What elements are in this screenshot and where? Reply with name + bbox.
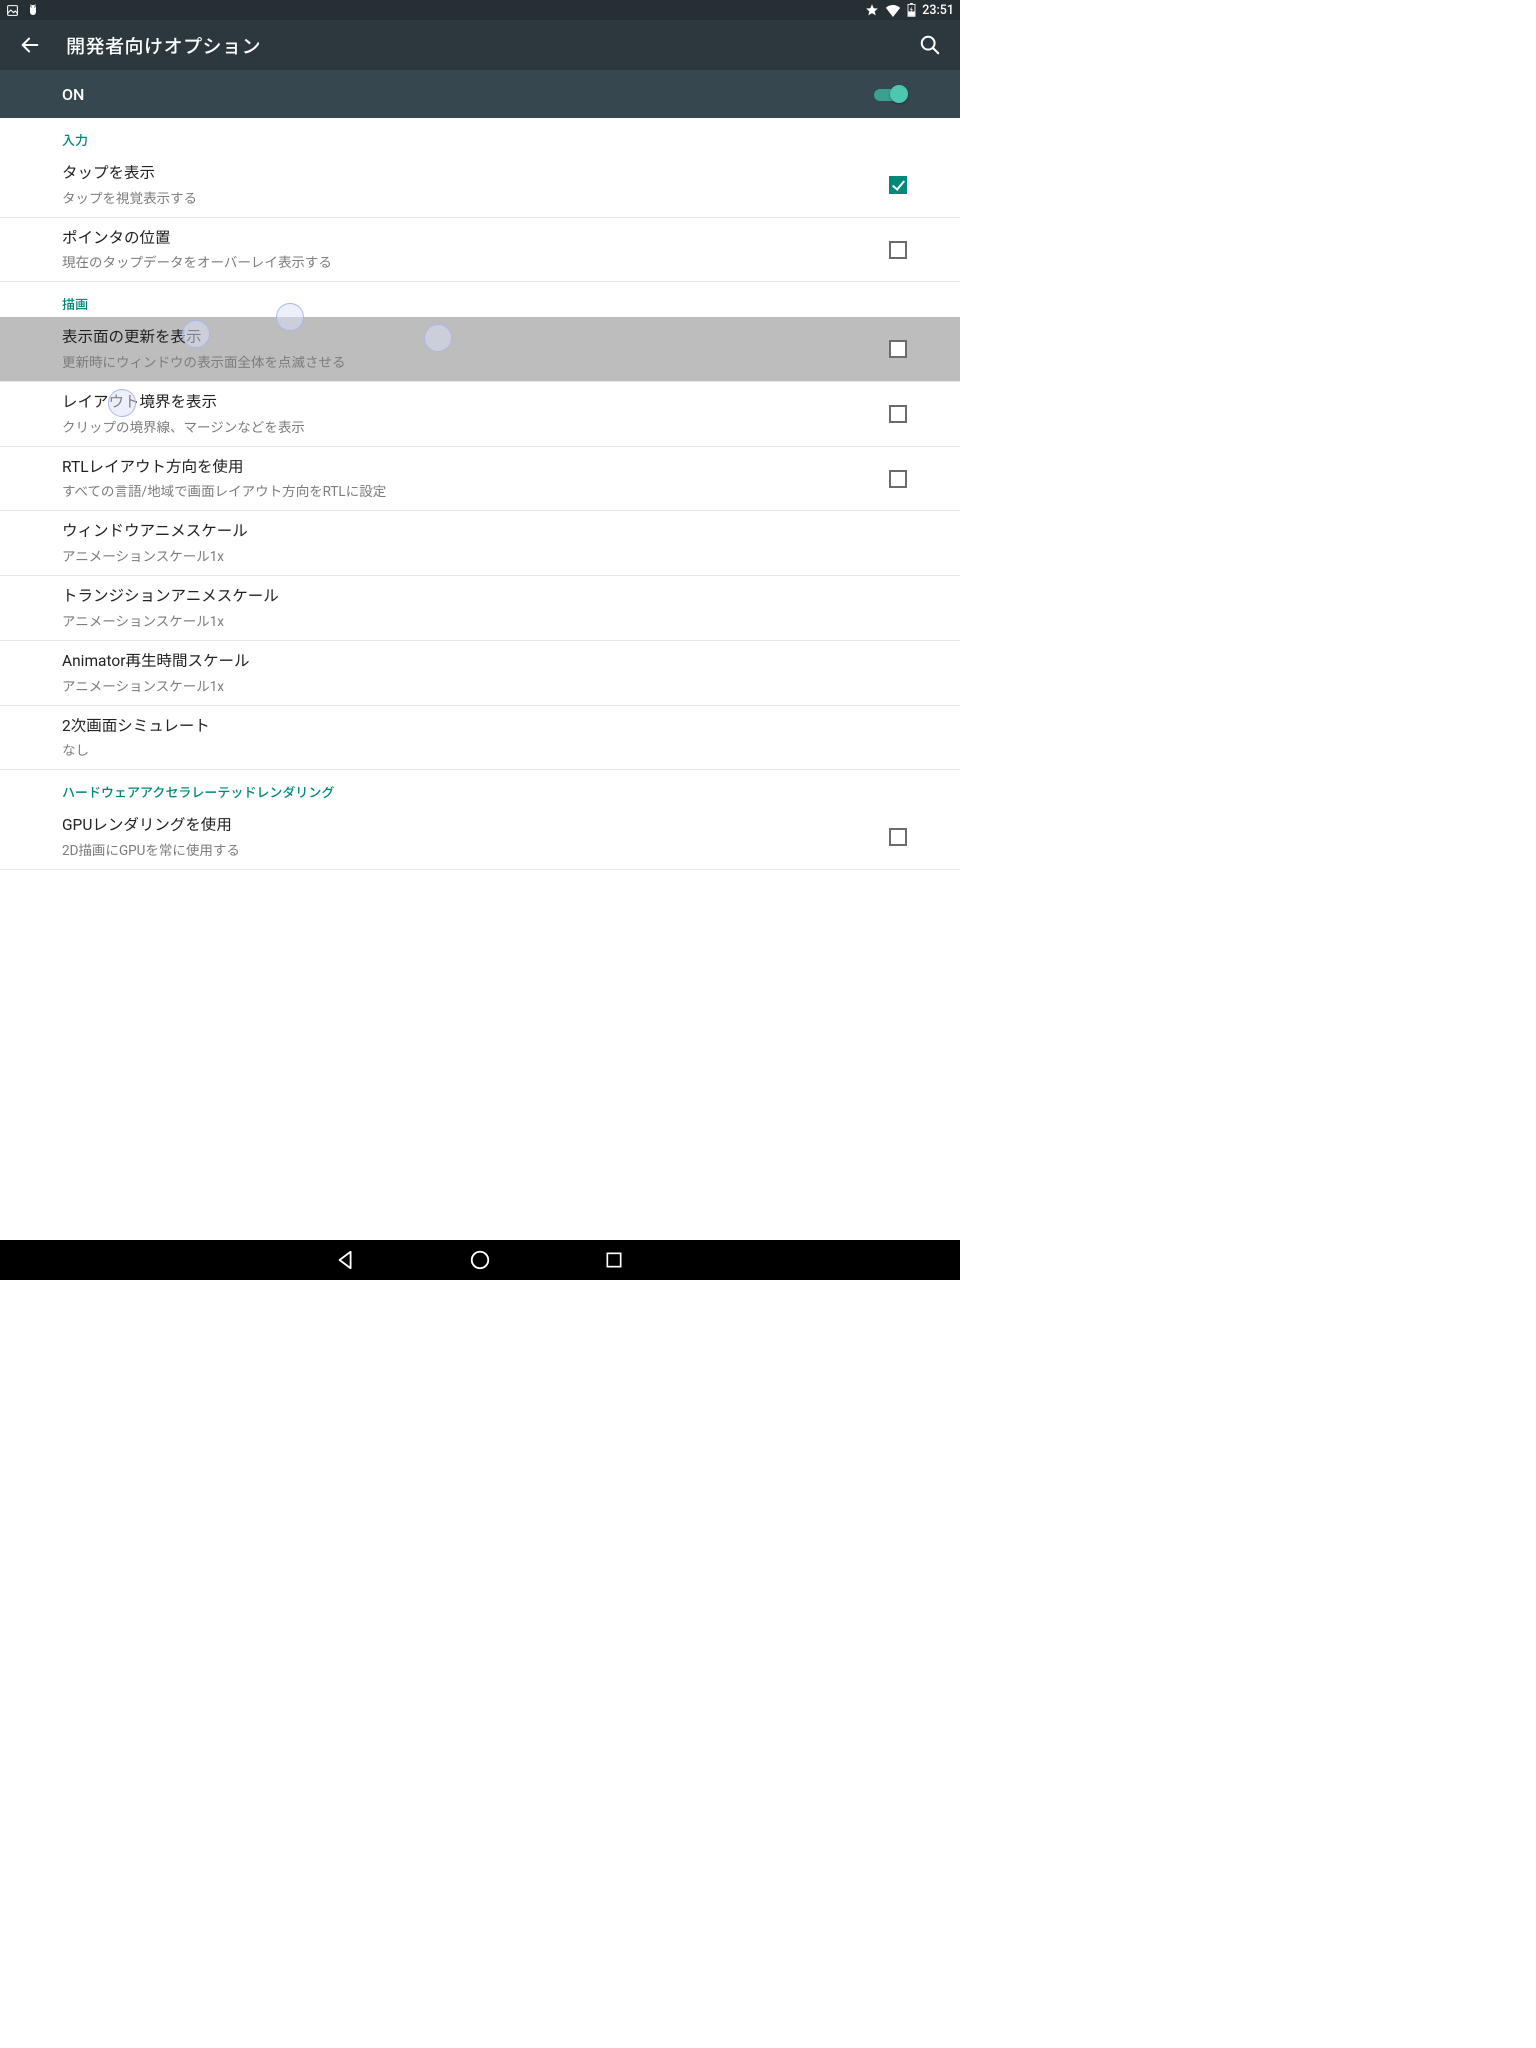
master-switch-label: ON bbox=[62, 85, 84, 104]
category-header: 入力 bbox=[0, 118, 960, 153]
setting-summary: アニメーションスケール1x bbox=[62, 610, 890, 630]
setting-summary: 2D描画にGPUを常に使用する bbox=[62, 839, 866, 859]
setting-row-pointer-location[interactable]: ポインタの位置現在のタップデータをオーバーレイ表示する bbox=[0, 218, 960, 283]
setting-row-force-gpu-rendering[interactable]: GPUレンダリングを使用2D描画にGPUを常に使用する bbox=[0, 805, 960, 870]
status-time: 23:51 bbox=[922, 3, 954, 18]
nav-recent-button[interactable] bbox=[602, 1248, 626, 1272]
battery-charging-icon bbox=[907, 3, 916, 17]
setting-title: タップを表示 bbox=[62, 163, 866, 185]
master-switch-row[interactable]: ON bbox=[0, 70, 960, 118]
back-button[interactable] bbox=[12, 27, 48, 63]
setting-summary: 更新時にウィンドウの表示面全体を点滅させる bbox=[62, 351, 866, 371]
category-header: ハードウェアアクセラレーテッドレンダリング bbox=[0, 770, 960, 805]
setting-summary: タップを視覚表示する bbox=[62, 187, 866, 207]
setting-summary: 現在のタップデータをオーバーレイ表示する bbox=[62, 251, 866, 271]
setting-summary: すべての言語/地域で画面レイアウト方向をRTLに設定 bbox=[62, 480, 866, 500]
setting-summary: アニメーションスケール1x bbox=[62, 675, 890, 695]
setting-row-show-surface-updates[interactable]: 表示面の更新を表示更新時にウィンドウの表示面全体を点滅させる bbox=[0, 317, 960, 382]
page-title: 開発者向けオプション bbox=[66, 32, 261, 59]
setting-title: GPUレンダリングを使用 bbox=[62, 815, 866, 837]
nav-home-button[interactable] bbox=[468, 1248, 492, 1272]
action-bar: 開発者向けオプション bbox=[0, 20, 960, 70]
setting-row-window-anim-scale[interactable]: ウィンドウアニメスケールアニメーションスケール1x bbox=[0, 511, 960, 576]
setting-summary: アニメーションスケール1x bbox=[62, 545, 890, 565]
category-header: 描画 bbox=[0, 282, 960, 317]
checkbox[interactable] bbox=[889, 828, 907, 846]
star-icon bbox=[865, 3, 879, 17]
checkbox[interactable] bbox=[889, 241, 907, 259]
setting-row-animator-duration-scale[interactable]: Animator再生時間スケールアニメーションスケール1x bbox=[0, 641, 960, 706]
setting-row-transition-anim-scale[interactable]: トランジションアニメスケールアニメーションスケール1x bbox=[0, 576, 960, 641]
setting-title: ポインタの位置 bbox=[62, 228, 866, 250]
android-debug-icon bbox=[27, 3, 39, 17]
setting-title: ウィンドウアニメスケール bbox=[62, 521, 890, 543]
status-bar: 23:51 bbox=[0, 0, 960, 20]
wifi-icon bbox=[885, 4, 901, 17]
master-switch-toggle[interactable] bbox=[874, 84, 910, 104]
setting-row-show-layout-bounds[interactable]: レイアウト境界を表示クリップの境界線、マージンなどを表示 bbox=[0, 382, 960, 447]
setting-title: 表示面の更新を表示 bbox=[62, 327, 866, 349]
setting-title: トランジションアニメスケール bbox=[62, 586, 890, 608]
checkbox[interactable] bbox=[889, 470, 907, 488]
navigation-bar bbox=[0, 1240, 960, 1280]
settings-list[interactable]: 入力タップを表示タップを視覚表示するポインタの位置現在のタップデータをオーバーレ… bbox=[0, 118, 960, 1240]
setting-row-force-rtl[interactable]: RTLレイアウト方向を使用すべての言語/地域で画面レイアウト方向をRTLに設定 bbox=[0, 447, 960, 512]
setting-summary: クリップの境界線、マージンなどを表示 bbox=[62, 416, 866, 436]
setting-title: RTLレイアウト方向を使用 bbox=[62, 457, 866, 479]
image-notification-icon bbox=[6, 4, 19, 17]
checkbox[interactable] bbox=[889, 340, 907, 358]
setting-title: レイアウト境界を表示 bbox=[62, 392, 866, 414]
setting-row-simulate-secondary[interactable]: 2次画面シミュレートなし bbox=[0, 706, 960, 771]
setting-title: Animator再生時間スケール bbox=[62, 651, 890, 673]
setting-title: 2次画面シミュレート bbox=[62, 716, 890, 738]
setting-row-show-taps[interactable]: タップを表示タップを視覚表示する bbox=[0, 153, 960, 218]
checkbox[interactable] bbox=[889, 405, 907, 423]
search-button[interactable] bbox=[912, 27, 948, 63]
checkbox[interactable] bbox=[889, 176, 907, 194]
setting-summary: なし bbox=[62, 739, 890, 759]
nav-back-button[interactable] bbox=[334, 1248, 358, 1272]
